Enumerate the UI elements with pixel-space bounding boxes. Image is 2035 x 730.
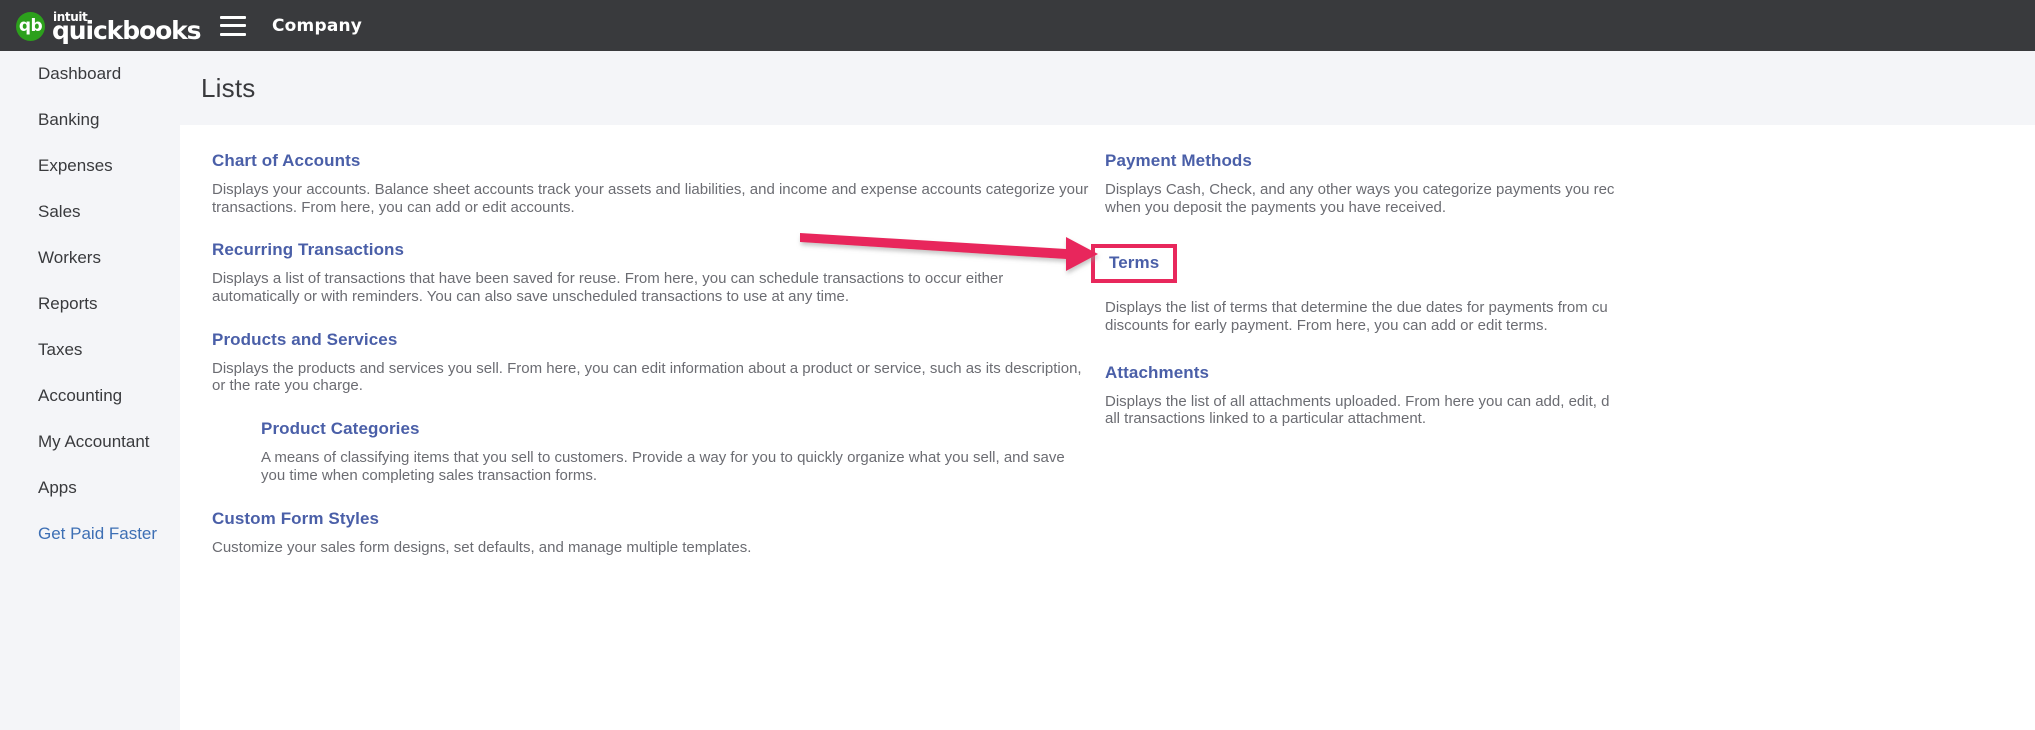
lists-columns: Chart of Accounts Displays your accounts…	[180, 125, 2035, 730]
description-line: Displays the list of terms that determin…	[1105, 299, 1608, 317]
link-recurring-transactions[interactable]: Recurring Transactions	[212, 240, 404, 260]
lists-card: Chart of Accounts Displays your accounts…	[180, 125, 2035, 730]
list-item: Product Categories A means of classifyin…	[261, 419, 1092, 484]
list-item: Recurring Transactions Displays a list o…	[212, 240, 1092, 305]
sidebar-item-banking[interactable]: Banking	[0, 97, 178, 143]
qb-circle-icon: qb	[16, 11, 45, 41]
lists-left-column: Chart of Accounts Displays your accounts…	[212, 151, 1092, 580]
left-sidebar-nav: Dashboard Banking Expenses Sales Workers…	[0, 51, 178, 730]
sidebar-item-apps[interactable]: Apps	[0, 465, 178, 511]
link-chart-of-accounts[interactable]: Chart of Accounts	[212, 151, 360, 171]
sidebar-item-expenses[interactable]: Expenses	[0, 143, 178, 189]
lists-right-column: Payment Methods Displays Cash, Check, an…	[1091, 151, 2005, 452]
description-products-and-services: Displays the products and services you s…	[212, 359, 1082, 395]
company-menu-label[interactable]: Company	[272, 16, 362, 36]
description-recurring-transactions: Displays a list of transactions that hav…	[212, 270, 1004, 306]
description-attachments: Displays the list of all attachments upl…	[1105, 393, 2005, 428]
description-payment-methods: Displays Cash, Check, and any other ways…	[1105, 181, 2005, 216]
quickbooks-wordmark: quickbooks	[52, 15, 202, 45]
description-product-categories: A means of classifying items that you se…	[261, 449, 1065, 484]
sidebar-item-reports[interactable]: Reports	[0, 281, 178, 327]
description-line: Displays the list of all attachments upl…	[1105, 392, 1610, 410]
main-content-region: Lists Chart of Accounts Displays your ac…	[178, 51, 2035, 730]
link-custom-form-styles[interactable]: Custom Form Styles	[212, 509, 379, 529]
link-products-and-services[interactable]: Products and Services	[212, 330, 397, 350]
list-item: Products and Services Displays the produ…	[212, 330, 1092, 395]
description-line: all transactions linked to a particular …	[1105, 410, 1426, 428]
sidebar-item-dashboard[interactable]: Dashboard	[0, 51, 178, 97]
list-item: Terms Displays the list of terms that de…	[1091, 244, 2005, 334]
hamburger-line	[220, 24, 246, 27]
sidebar-item-my-accountant[interactable]: My Accountant	[0, 419, 178, 465]
description-custom-form-styles: Customize your sales form designs, set d…	[212, 538, 752, 556]
link-product-categories[interactable]: Product Categories	[261, 419, 420, 439]
list-item: Payment Methods Displays Cash, Check, an…	[1105, 151, 2005, 216]
hamburger-line	[220, 32, 246, 36]
qb-mark-text: qb	[18, 15, 43, 36]
sidebar-item-accounting[interactable]: Accounting	[0, 373, 178, 419]
sidebar-item-sales[interactable]: Sales	[0, 189, 178, 235]
description-line: when you deposit the payments you have r…	[1105, 198, 1447, 216]
list-item: Chart of Accounts Displays your accounts…	[212, 151, 1092, 216]
sidebar-item-taxes[interactable]: Taxes	[0, 327, 178, 373]
description-chart-of-accounts: Displays your accounts. Balance sheet ac…	[212, 181, 1089, 216]
hamburger-menu-icon[interactable]	[220, 15, 246, 36]
description-line: Displays Cash, Check, and any other ways…	[1105, 181, 1615, 198]
top-header-bar: qb intuit quickbooks Company	[0, 0, 2035, 51]
link-payment-methods[interactable]: Payment Methods	[1105, 151, 1252, 171]
page-title: Lists	[201, 73, 256, 103]
description-line: discounts for early payment. From here, …	[1105, 317, 1548, 335]
list-item: Custom Form Styles Customize your sales …	[212, 509, 1092, 557]
description-terms: Displays the list of terms that determin…	[1105, 299, 2005, 334]
sidebar-item-get-paid-faster[interactable]: Get Paid Faster	[0, 511, 178, 557]
terms-highlight-box: Terms	[1091, 244, 1178, 284]
quickbooks-logo[interactable]: qb intuit quickbooks	[16, 9, 202, 43]
sidebar-item-workers[interactable]: Workers	[0, 235, 178, 281]
brand-wordmark: intuit quickbooks	[52, 9, 202, 43]
hamburger-line	[220, 15, 246, 19]
link-terms[interactable]: Terms	[1109, 254, 1159, 271]
link-attachments[interactable]: Attachments	[1105, 363, 1209, 383]
list-item: Attachments Displays the list of all att…	[1105, 363, 2005, 428]
